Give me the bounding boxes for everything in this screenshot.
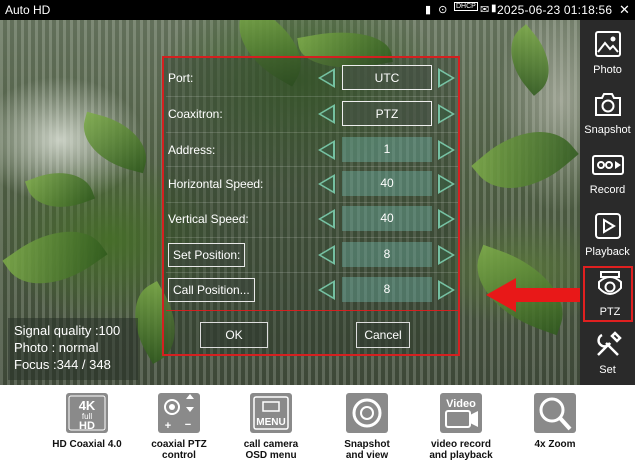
set-position-value[interactable]: 8	[342, 242, 432, 267]
svg-text:+: +	[165, 420, 171, 432]
video-icon: Video	[440, 393, 482, 433]
address-value[interactable]: 1	[342, 137, 432, 162]
cancel-button[interactable]: Cancel	[356, 322, 410, 348]
sidebar-item-playback[interactable]: Playback	[580, 206, 635, 264]
coaxitron-row: Coaxitron: PTZ	[166, 100, 458, 128]
svg-text:Video: Video	[446, 398, 476, 410]
zoom-icon	[534, 393, 576, 433]
call-position-button[interactable]: Call Position...	[168, 278, 255, 302]
svg-text:HD: HD	[79, 420, 95, 432]
sidebar-item-label: Snapshot	[584, 124, 631, 136]
signal-quality-text: Signal quality :100	[14, 323, 121, 338]
address-label: Address:	[168, 143, 216, 157]
right-sidebar: Photo Snapshot Record Playback PTZ Set	[580, 20, 635, 385]
vertical-speed-value[interactable]: 40	[342, 206, 432, 231]
vertical-speed-label: Vertical Speed:	[168, 212, 249, 226]
feature-label: coaxial PTZ control	[151, 439, 207, 461]
ptz-camera-icon	[598, 271, 622, 295]
port-next-arrow-icon[interactable]	[438, 68, 455, 88]
sidebar-item-snapshot[interactable]: Snapshot	[580, 84, 635, 142]
ptz-control-icon: + −	[158, 393, 200, 433]
svg-text:−: −	[185, 419, 191, 431]
coaxitron-next-arrow-icon[interactable]	[438, 104, 455, 124]
clock: 2025-06-23 01:18:56	[497, 3, 613, 17]
status-bar: Auto HD ▮ ⊙ DHCP ✉ ▮ 2025-06-23 01:18:56…	[0, 0, 635, 20]
sidebar-item-label: PTZ	[599, 306, 621, 318]
battery-icon: ▮	[491, 3, 497, 14]
address-prev-arrow-icon[interactable]	[318, 140, 335, 160]
set-position-row: Set Position: 8	[166, 241, 458, 269]
feature-strip: 4K full HD HD Coaxial 4.0 + − coaxial PT…	[0, 385, 635, 466]
coaxitron-prev-arrow-icon[interactable]	[318, 104, 335, 124]
sidebar-item-label: Set	[599, 364, 616, 376]
status-icons: ▮ ⊙	[425, 4, 450, 16]
call-position-row: Call Position... 8	[166, 276, 458, 304]
address-next-arrow-icon[interactable]	[438, 140, 455, 160]
mode-title: Auto HD	[5, 3, 51, 17]
photo-icon	[595, 31, 621, 57]
horizontal-speed-prev-arrow-icon[interactable]	[318, 174, 335, 194]
port-label: Port:	[168, 71, 194, 85]
feature-label: call camera OSD menu	[243, 439, 299, 461]
call-position-next-arrow-icon[interactable]	[438, 280, 455, 300]
vertical-speed-next-arrow-icon[interactable]	[438, 209, 455, 229]
set-position-prev-arrow-icon[interactable]	[318, 245, 335, 265]
vertical-speed-row: Vertical Speed: 40	[166, 205, 458, 233]
sidebar-item-record[interactable]: Record	[580, 144, 635, 202]
focus-text: Focus :344 / 348	[14, 357, 111, 372]
snapshot-icon	[346, 393, 388, 433]
horizontal-speed-row: Horizontal Speed: 40	[166, 170, 458, 198]
set-position-button[interactable]: Set Position:	[168, 243, 246, 267]
feature-label: HD Coaxial 4.0	[52, 439, 122, 450]
signal-info-overlay: Signal quality :100 Photo : normal Focus…	[8, 318, 138, 380]
play-icon	[595, 213, 621, 239]
port-row: Port: UTC	[166, 64, 458, 92]
sidebar-item-label: Playback	[585, 246, 630, 258]
horizontal-speed-label: Horizontal Speed:	[168, 177, 264, 191]
coaxitron-value[interactable]: PTZ	[342, 101, 432, 126]
address-row: Address: 1	[166, 136, 458, 164]
sidebar-item-label: Record	[589, 184, 626, 196]
set-position-next-arrow-icon[interactable]	[438, 245, 455, 265]
sidebar-item-ptz[interactable]: PTZ	[583, 266, 633, 322]
call-position-prev-arrow-icon[interactable]	[318, 280, 335, 300]
sidebar-item-label: Photo	[593, 64, 622, 76]
dhcp-badge: DHCP	[454, 2, 478, 11]
feature-label: 4x Zoom	[534, 439, 576, 450]
video-record-icon	[592, 155, 624, 175]
coaxitron-label: Coaxitron:	[168, 107, 223, 121]
svg-text:4K: 4K	[79, 398, 96, 413]
photo-status-text: Photo : normal	[14, 340, 99, 355]
menu-icon: MENU	[250, 393, 292, 433]
4k-full-hd-icon: 4K full HD	[66, 393, 108, 433]
device-screen: Auto HD ▮ ⊙ DHCP ✉ ▮ 2025-06-23 01:18:56…	[0, 0, 635, 385]
svg-text:MENU: MENU	[256, 417, 285, 428]
mail-icon: ✉	[480, 4, 490, 16]
sidebar-item-photo[interactable]: Photo	[580, 24, 635, 82]
port-prev-arrow-icon[interactable]	[318, 68, 335, 88]
vertical-speed-prev-arrow-icon[interactable]	[318, 209, 335, 229]
horizontal-speed-next-arrow-icon[interactable]	[438, 174, 455, 194]
horizontal-speed-value[interactable]: 40	[342, 171, 432, 196]
tools-icon	[597, 331, 622, 356]
panel-divider	[166, 310, 458, 311]
camera-icon	[595, 93, 621, 116]
feature-label: Snapshot and view	[344, 439, 390, 461]
ptz-settings-panel: Port: UTC Coaxitron: PTZ Address: 1 Hori…	[162, 56, 460, 356]
close-icon[interactable]: ✕	[619, 2, 630, 18]
call-position-value[interactable]: 8	[342, 277, 432, 302]
feature-label: video record and playback	[429, 439, 493, 461]
sidebar-item-set[interactable]: Set	[580, 326, 635, 384]
red-pointer-arrow-icon	[486, 278, 582, 312]
ok-button[interactable]: OK	[200, 322, 268, 348]
port-value[interactable]: UTC	[342, 65, 432, 90]
